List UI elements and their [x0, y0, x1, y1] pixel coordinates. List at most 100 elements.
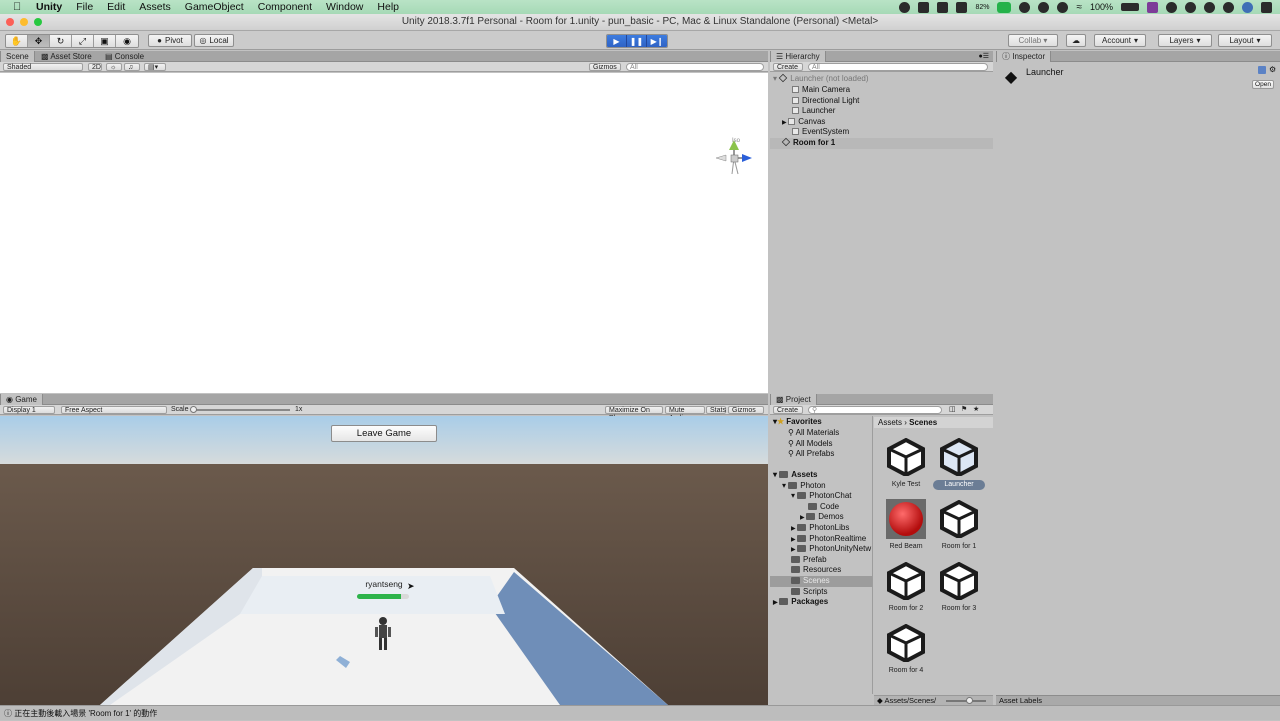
- audio-toggle-icon[interactable]: ♫: [124, 63, 140, 71]
- tab-game[interactable]: ◉ Game: [0, 394, 43, 405]
- favorite-all-prefabs[interactable]: ⚲ All Prefabs: [788, 449, 834, 460]
- mute-audio-toggle[interactable]: Mute Audio: [665, 406, 705, 422]
- project-create-dropdown[interactable]: Create: [773, 406, 803, 414]
- asset-room-for-1[interactable]: Room for 1: [933, 499, 985, 559]
- siri-icon[interactable]: [1242, 1, 1253, 13]
- status-message[interactable]: 正在主動後載入場景 'Room for 1' 的動作: [14, 709, 157, 718]
- thumbnail-size-thumb[interactable]: [966, 697, 973, 704]
- record-icon[interactable]: [899, 1, 911, 13]
- menu-component[interactable]: Component: [258, 1, 312, 13]
- filter-type-icon[interactable]: ◫: [946, 406, 959, 414]
- scene-gizmo-icon[interactable]: [712, 136, 758, 196]
- hierarchy-search-input[interactable]: All: [808, 63, 988, 71]
- scale-slider-thumb[interactable]: [190, 406, 197, 413]
- local-toggle[interactable]: ◎ Local: [194, 34, 234, 47]
- leave-game-button[interactable]: Leave Game: [331, 425, 437, 442]
- breadcrumb-scenes[interactable]: Scenes: [909, 418, 937, 427]
- mode-2d-toggle[interactable]: 2D: [88, 63, 102, 71]
- game-viewport[interactable]: [0, 416, 768, 705]
- effects-dropdown-icon[interactable]: ▤▾: [144, 63, 166, 71]
- skype-icon[interactable]: [1019, 1, 1031, 13]
- menu-assets[interactable]: Assets: [139, 1, 171, 13]
- pause-button[interactable]: ❚❚: [627, 35, 647, 47]
- rect-tool-icon[interactable]: ▣: [94, 35, 116, 47]
- favorite-all-materials[interactable]: ⚲ All Materials: [788, 428, 839, 439]
- hierarchy-create-dropdown[interactable]: Create: [773, 63, 803, 71]
- apple-icon[interactable]: : [13, 1, 29, 13]
- hierarchy-item-canvas[interactable]: ▶ Canvas: [770, 117, 993, 128]
- tab-inspector[interactable]: ⓘ Inspector: [996, 51, 1052, 62]
- collab-dropdown[interactable]: Collab ▾: [1008, 34, 1058, 47]
- folder-resources[interactable]: Resources: [791, 565, 841, 576]
- menu-edit[interactable]: Edit: [107, 1, 125, 13]
- dropbox-icon[interactable]: [918, 1, 930, 13]
- open-button[interactable]: Open: [1252, 80, 1274, 89]
- game-gizmos-dropdown[interactable]: Gizmos: [728, 406, 764, 414]
- asset-room-for-4[interactable]: Room for 4: [880, 623, 932, 683]
- battery-icon[interactable]: [1121, 3, 1139, 11]
- scale-tool-icon[interactable]: ⤢: [72, 35, 94, 47]
- layers-dropdown[interactable]: Layers ▾: [1158, 34, 1212, 47]
- hand-tool-icon[interactable]: ✋: [6, 35, 28, 47]
- shading-dropdown[interactable]: Shaded: [3, 63, 83, 71]
- folder-prefab[interactable]: Prefab: [791, 555, 827, 566]
- folder-scripts[interactable]: Scripts: [791, 587, 827, 598]
- assets-root-folder[interactable]: ▾ Assets: [773, 470, 818, 481]
- scene-search-input[interactable]: All: [626, 63, 764, 71]
- asset-room-for-2[interactable]: Room for 2: [880, 561, 932, 621]
- clock-icon[interactable]: [1038, 1, 1050, 13]
- help-icon[interactable]: [1258, 66, 1266, 74]
- asset-labels-bar[interactable]: Asset Labels: [996, 695, 1280, 705]
- wifi-icon[interactable]: ≈: [1076, 2, 1082, 13]
- folder-photonlibs[interactable]: ▶ PhotonLibs: [791, 523, 849, 534]
- search-icon[interactable]: [1223, 1, 1234, 13]
- folder-photonchat[interactable]: ▾ PhotonChat: [791, 491, 852, 502]
- project-search-input[interactable]: ⚲: [808, 406, 942, 414]
- scene-gizmos-dropdown[interactable]: Gizmos: [589, 63, 621, 71]
- folder-demos[interactable]: ▶ Demos: [800, 512, 844, 523]
- pivot-toggle[interactable]: ● Pivot: [148, 34, 192, 47]
- tab-asset-store[interactable]: ▩ Asset Store: [36, 51, 97, 62]
- filter-label-icon[interactable]: ⚑: [958, 406, 970, 414]
- play-button[interactable]: ▶: [607, 35, 627, 47]
- menu-window[interactable]: Window: [326, 1, 363, 13]
- user-icon[interactable]: [1204, 1, 1215, 13]
- input-icon[interactable]: [1147, 1, 1158, 13]
- line-icon[interactable]: [997, 1, 1012, 13]
- volume-icon[interactable]: [1166, 1, 1177, 13]
- favorites-header[interactable]: ▾★ Favorites: [773, 417, 822, 428]
- asset-kyle-test[interactable]: Kyle Test: [880, 437, 932, 497]
- notification-center-icon[interactable]: [1261, 1, 1272, 13]
- layout-dropdown[interactable]: Layout ▾: [1218, 34, 1272, 47]
- hierarchy-scene-launcher[interactable]: ▾ Launcher (not loaded): [770, 73, 993, 85]
- asset-room-for-3[interactable]: Room for 3: [933, 561, 985, 621]
- hierarchy-item-main-camera[interactable]: Main Camera: [770, 85, 993, 96]
- menu-file[interactable]: File: [76, 1, 93, 13]
- panel-lock-icon[interactable]: ●☰: [978, 52, 989, 60]
- folder-scenes[interactable]: Scenes: [770, 576, 872, 587]
- scene-viewport[interactable]: [0, 73, 768, 393]
- rotate-tool-icon[interactable]: ↻: [50, 35, 72, 47]
- tab-hierarchy[interactable]: ☰ Hierarchy: [770, 51, 826, 62]
- display-dropdown[interactable]: Display 1: [3, 406, 55, 414]
- scale-slider[interactable]: [192, 409, 290, 411]
- cloud-icon[interactable]: [937, 1, 949, 13]
- settings-gear-icon[interactable]: ⚙: [1269, 65, 1276, 74]
- move-tool-icon[interactable]: ✥: [28, 35, 50, 47]
- transform-tool-icon[interactable]: ◉: [116, 35, 138, 47]
- battery-label[interactable]: 100%: [1090, 2, 1113, 12]
- stats-toggle[interactable]: Stats: [706, 406, 726, 414]
- maximize-on-play-toggle[interactable]: Maximize On Play: [605, 406, 663, 422]
- lighting-toggle-icon[interactable]: ☼: [106, 63, 122, 71]
- asset-red-beam[interactable]: Red Beam: [880, 499, 932, 559]
- favorite-star-icon[interactable]: ★: [970, 406, 982, 414]
- asset-launcher[interactable]: Launcher: [933, 437, 985, 497]
- hierarchy-item-directional-light[interactable]: Directional Light: [770, 96, 993, 107]
- hierarchy-item-eventsystem[interactable]: EventSystem: [770, 127, 993, 138]
- packages-folder[interactable]: ▶ Packages: [773, 597, 828, 608]
- sync-icon[interactable]: [956, 1, 968, 13]
- account-dropdown[interactable]: Account ▾: [1094, 34, 1146, 47]
- tab-console[interactable]: ▤ Console: [100, 51, 149, 62]
- bluetooth-icon[interactable]: [1057, 1, 1069, 13]
- breadcrumb-assets[interactable]: Assets: [878, 418, 902, 427]
